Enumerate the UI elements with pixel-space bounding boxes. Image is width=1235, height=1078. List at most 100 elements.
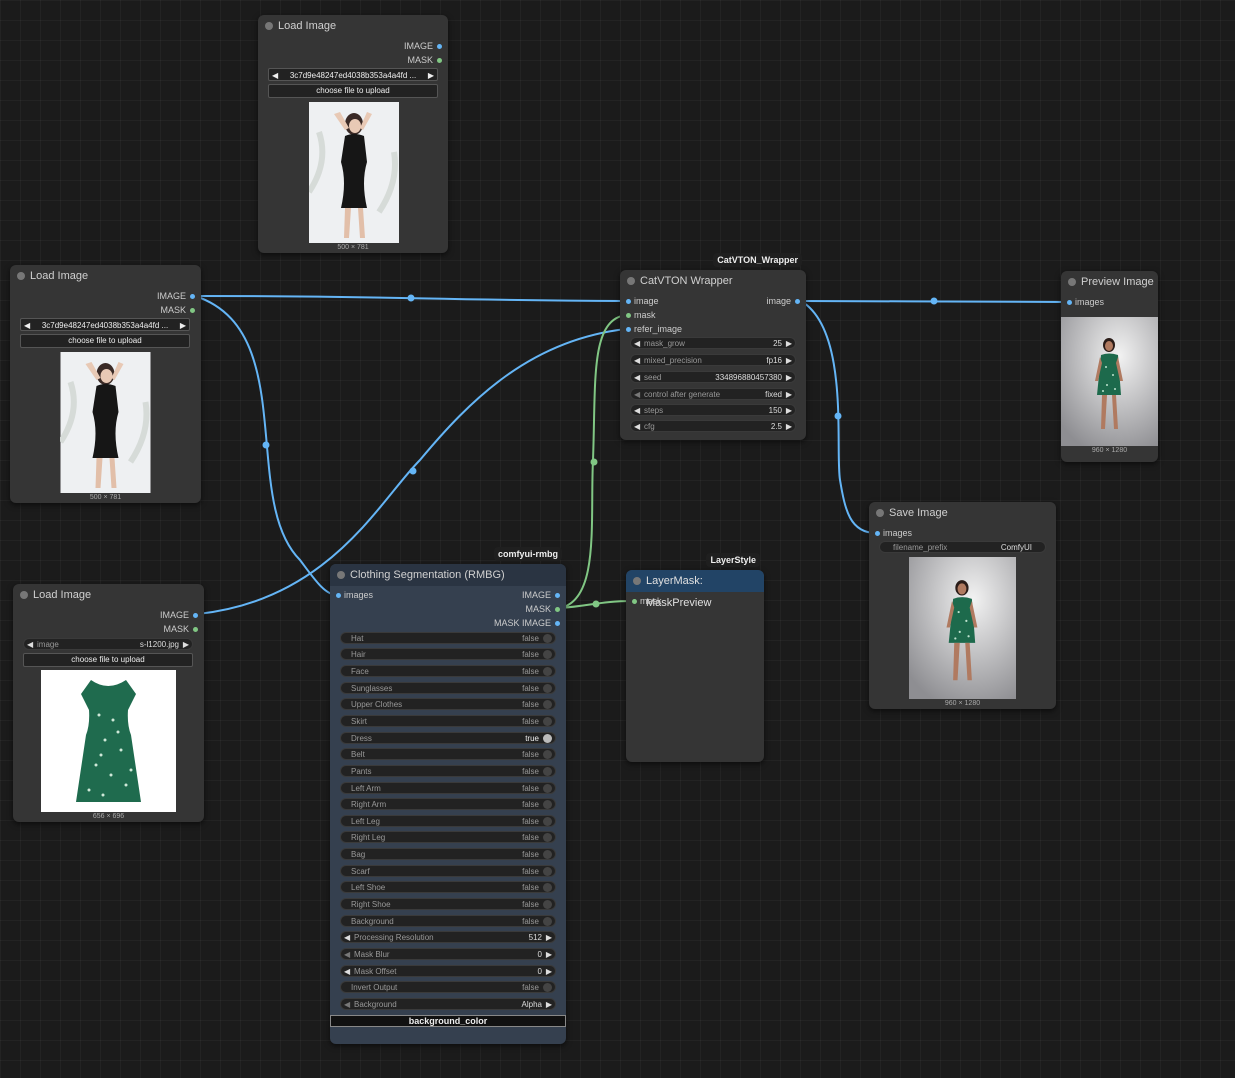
arrow-left-icon[interactable]: ◀ (272, 69, 278, 82)
processing-resolution-widget[interactable]: ◀ Processing Resolution 512 ▶ (340, 931, 556, 943)
mask-blur-widget[interactable]: ◀ Mask Blur 0 ▶ (340, 948, 556, 960)
right-leg-toggle[interactable]: Right Leg false (340, 831, 556, 843)
mask-port-icon[interactable] (437, 58, 442, 64)
belt-toggle[interactable]: Belt false (340, 748, 556, 760)
arrow-left-icon[interactable]: ◀ (344, 966, 350, 978)
upper-clothes-toggle[interactable]: Upper Clothes false (340, 698, 556, 710)
node-title[interactable]: Clothing Segmentation (RMBG) (330, 564, 566, 586)
toggle-knob-icon[interactable] (543, 700, 552, 709)
toggle-knob-icon[interactable] (543, 784, 552, 793)
upload-button[interactable]: choose file to upload (23, 653, 193, 667)
input-mask[interactable]: mask (626, 310, 656, 320)
node-title[interactable]: Load Image (10, 265, 201, 287)
output-mask[interactable]: MASK (407, 55, 442, 65)
output-mask[interactable]: MASK (525, 604, 560, 614)
arrow-left-icon[interactable]: ◀ (634, 338, 640, 350)
image-port-icon[interactable] (190, 294, 195, 300)
input-images[interactable]: images (336, 590, 373, 600)
toggle-knob-icon[interactable] (543, 650, 552, 659)
hat-toggle[interactable]: Hat false (340, 632, 556, 644)
seed-widget[interactable]: ◀ seed 334896880457380 ▶ (630, 371, 796, 383)
mask-grow-widget[interactable]: ◀ mask_grow 25 ▶ (630, 337, 796, 349)
arrow-left-icon[interactable]: ◀ (24, 319, 30, 332)
image-file-select[interactable]: ◀ 3c7d9e48247ed4038b353a4a4fd ... ▶ (20, 318, 190, 331)
image-port-icon[interactable] (437, 44, 442, 50)
toggle-knob-icon[interactable] (543, 900, 552, 909)
arrow-left-icon[interactable]: ◀ (634, 355, 640, 367)
collapse-dot-icon[interactable] (17, 272, 25, 280)
input-images[interactable]: images (1067, 297, 1104, 307)
left-shoe-toggle[interactable]: Left Shoe false (340, 881, 556, 893)
mixed-precision-widget[interactable]: ◀ mixed_precision fp16 ▶ (630, 354, 796, 366)
cfg-widget[interactable]: ◀ cfg 2.5 ▶ (630, 420, 796, 432)
arrow-right-icon[interactable]: ▶ (786, 389, 792, 401)
hair-toggle[interactable]: Hair false (340, 648, 556, 660)
input-mask[interactable]: mask (632, 596, 662, 606)
output-image[interactable]: IMAGE (160, 610, 198, 620)
skirt-toggle[interactable]: Skirt false (340, 715, 556, 727)
preview-image-node[interactable]: Preview Image images 960 × 1280 (1061, 271, 1158, 462)
node-title[interactable]: LayerMask: MaskPreview (626, 570, 764, 609)
arrow-right-icon[interactable]: ▶ (786, 338, 792, 350)
input-images[interactable]: images (875, 528, 912, 538)
clothing-segmentation-node[interactable]: comfyui-rmbg Clothing Segmentation (RMBG… (330, 547, 566, 1044)
right-arm-toggle[interactable]: Right Arm false (340, 798, 556, 810)
node-title[interactable]: Load Image (258, 15, 448, 37)
scarf-toggle[interactable]: Scarf false (340, 865, 556, 877)
node-title[interactable]: Preview Image (1061, 271, 1158, 293)
collapse-dot-icon[interactable] (627, 277, 635, 285)
toggle-knob-icon[interactable] (543, 883, 552, 892)
layermask-maskpreview-node[interactable]: LayerStyle LayerMask: MaskPreview mask (626, 553, 764, 762)
toggle-knob-icon[interactable] (543, 717, 552, 726)
load-image-node-bottom[interactable]: Load Image IMAGE MASK ◀ image s-l1200.jp… (13, 584, 204, 822)
arrow-left-icon[interactable]: ◀ (634, 389, 640, 401)
load-image-node-mid[interactable]: Load Image IMAGE MASK ◀ 3c7d9e48247ed4038… (10, 265, 201, 503)
sunglasses-toggle[interactable]: Sunglasses false (340, 682, 556, 694)
mask-port-icon[interactable] (190, 308, 195, 314)
control-after-generate-widget[interactable]: ◀ control after generate fixed ▶ (630, 388, 796, 400)
output-image[interactable]: IMAGE (157, 291, 195, 301)
right-shoe-toggle[interactable]: Right Shoe false (340, 898, 556, 910)
image-port-icon[interactable] (1067, 300, 1072, 305)
image-port-icon[interactable] (875, 531, 880, 536)
mask-port-icon[interactable] (632, 599, 637, 604)
output-mask[interactable]: MASK (163, 624, 198, 634)
output-mask-image[interactable]: MASK IMAGE (494, 618, 560, 628)
bag-toggle[interactable]: Bag false (340, 848, 556, 860)
arrow-right-icon[interactable]: ▶ (786, 405, 792, 417)
arrow-right-icon[interactable]: ▶ (546, 966, 552, 978)
toggle-knob-icon[interactable] (543, 800, 552, 809)
image-port-icon[interactable] (795, 299, 800, 305)
collapse-dot-icon[interactable] (876, 509, 884, 517)
toggle-knob-icon[interactable] (543, 734, 552, 743)
output-image[interactable]: IMAGE (404, 41, 442, 51)
arrow-right-icon[interactable]: ▶ (546, 932, 552, 944)
output-image[interactable]: image (766, 296, 800, 306)
image-port-icon[interactable] (555, 593, 560, 599)
collapse-dot-icon[interactable] (265, 22, 273, 30)
arrow-left-icon[interactable]: ◀ (634, 421, 640, 433)
arrow-left-icon[interactable]: ◀ (344, 932, 350, 944)
image-port-icon[interactable] (626, 299, 631, 304)
output-image[interactable]: IMAGE (522, 590, 560, 600)
arrow-right-icon[interactable]: ▶ (428, 69, 434, 82)
mask-port-icon[interactable] (555, 607, 560, 613)
upload-button[interactable]: choose file to upload (268, 84, 438, 98)
image-port-icon[interactable] (626, 327, 631, 332)
left-arm-toggle[interactable]: Left Arm false (340, 782, 556, 794)
load-image-node-top[interactable]: Load Image IMAGE MASK ◀ 3c7d9e48247ed4038… (258, 15, 448, 253)
image-port-icon[interactable] (193, 613, 198, 619)
arrow-right-icon[interactable]: ▶ (786, 421, 792, 433)
arrow-right-icon[interactable]: ▶ (546, 999, 552, 1011)
background-color-button[interactable]: background_color (330, 1015, 566, 1027)
toggle-knob-icon[interactable] (543, 667, 552, 676)
toggle-knob-icon[interactable] (543, 684, 552, 693)
pants-toggle[interactable]: Pants false (340, 765, 556, 777)
save-image-node[interactable]: Save Image images filename_prefix ComfyUI… (869, 502, 1056, 709)
toggle-knob-icon[interactable] (543, 750, 552, 759)
output-mask[interactable]: MASK (160, 305, 195, 315)
toggle-knob-icon[interactable] (543, 833, 552, 842)
collapse-dot-icon[interactable] (337, 571, 345, 579)
arrow-right-icon[interactable]: ▶ (546, 949, 552, 961)
toggle-knob-icon[interactable] (543, 850, 552, 859)
